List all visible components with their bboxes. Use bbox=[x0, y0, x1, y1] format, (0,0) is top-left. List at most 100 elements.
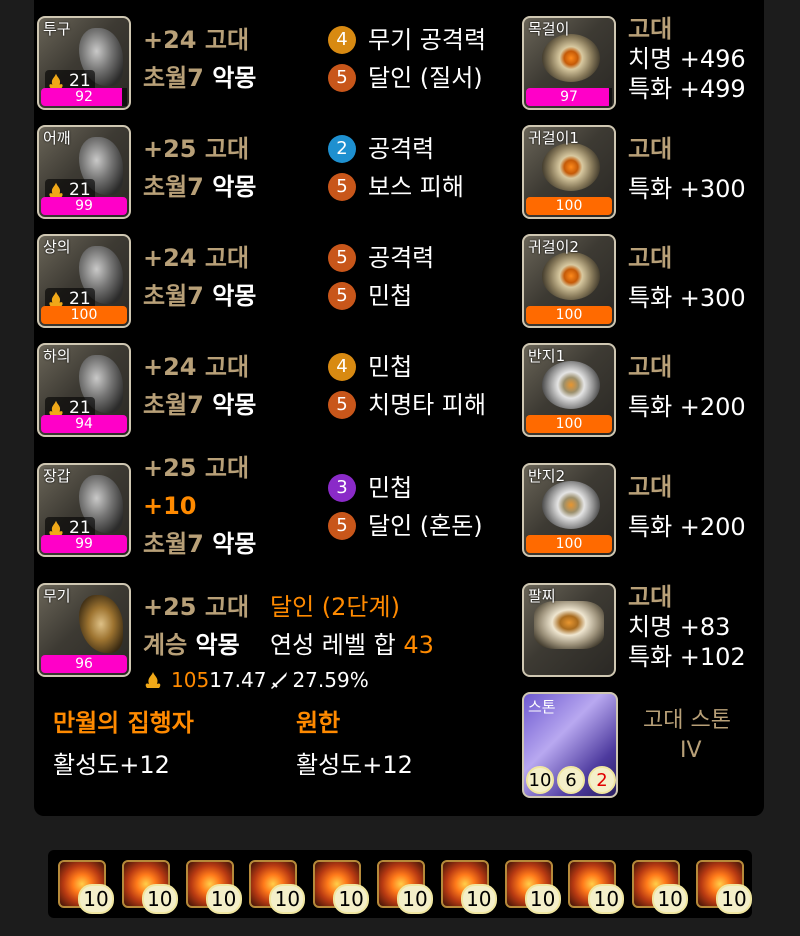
slot-name: 상의 bbox=[43, 238, 71, 256]
armor-effect: 4 민첩 bbox=[328, 352, 412, 382]
armor-enhance: +24 고대 bbox=[143, 353, 250, 381]
armor-set: 초월7 악몽 bbox=[143, 282, 257, 310]
set-bonus-value: 활성도+12 bbox=[296, 751, 413, 779]
armor-extra-enhance: +10 bbox=[143, 492, 197, 520]
stone-title: 고대 스톤 bbox=[643, 708, 731, 733]
gem-level-badge: 10 bbox=[524, 884, 561, 914]
gem-level-badge: 10 bbox=[141, 884, 178, 914]
earring-icon bbox=[542, 252, 600, 300]
quality-bar: 96 bbox=[41, 655, 127, 673]
armor-slot-shoulder[interactable]: 어깨 21 99 bbox=[37, 125, 131, 219]
accessory-slot-ring1[interactable]: 반지1 100 bbox=[522, 343, 616, 437]
earring-icon bbox=[542, 143, 600, 191]
accessory-grade: 고대 bbox=[628, 473, 673, 501]
armor-set: 초월7 악몽 bbox=[143, 173, 257, 201]
gem-level-badge: 10 bbox=[397, 884, 433, 914]
stone-engrave-badge: 10 bbox=[526, 766, 554, 794]
weapon-icon bbox=[79, 595, 123, 653]
quality-bar: 97 bbox=[526, 88, 612, 106]
set-bonus-title: 만월의 집행자 bbox=[53, 709, 194, 737]
armor-set: 초월7 악몽 bbox=[143, 530, 257, 558]
armor-effect: 5 보스 피해 bbox=[328, 172, 464, 202]
slot-name: 하의 bbox=[43, 347, 71, 365]
quality-bar: 94 bbox=[41, 415, 127, 433]
stone-engrave-badge: 2 bbox=[588, 766, 616, 794]
armor-enhance: +25 고대 bbox=[143, 135, 250, 163]
armor-slot-pants[interactable]: 하의 21 94 bbox=[37, 343, 131, 437]
accessory-slot-earring1[interactable]: 귀걸이1 100 bbox=[522, 125, 616, 219]
gem-level-badge: 10 bbox=[205, 884, 242, 914]
accessory-stat: 치명 +83 bbox=[628, 613, 731, 641]
armor-effect: 5 치명타 피해 bbox=[328, 390, 486, 420]
weapon-slot[interactable]: 무기 96 bbox=[37, 583, 131, 677]
armor-effect: 3 민첩 bbox=[328, 473, 412, 503]
weapon-master: 달인 (2단계) bbox=[270, 593, 400, 621]
ability-stone-slot[interactable]: 스톤 10 6 2 bbox=[522, 692, 618, 798]
quality-bar: 99 bbox=[41, 535, 127, 553]
weapon-stats: 105 17.47 27.59% bbox=[143, 665, 369, 695]
slot-name: 무기 bbox=[43, 587, 71, 605]
gem-level-badge: 10 bbox=[333, 884, 370, 914]
weapon-elixir: 연성 레벨 합 43 bbox=[270, 631, 434, 659]
accessory-stat: 치명 +496 bbox=[628, 45, 746, 73]
quality-bar: 92 bbox=[41, 88, 127, 106]
accessory-grade: 고대 bbox=[628, 15, 673, 43]
armor-slot-gloves[interactable]: 장갑 21 99 bbox=[37, 463, 131, 557]
accessory-grade: 고대 bbox=[628, 353, 673, 381]
armor-slot-helmet[interactable]: 투구 21 92 bbox=[37, 16, 131, 110]
armor-effect: 5 민첩 bbox=[328, 281, 412, 311]
accessory-slot-bracelet[interactable]: 팔찌 bbox=[522, 583, 616, 677]
accessory-stat: 특화 +300 bbox=[628, 284, 746, 312]
armor-effect: 4 무기 공격력 bbox=[328, 25, 486, 55]
armor-set: 초월7 악몽 bbox=[143, 391, 257, 419]
slot-name: 어깨 bbox=[43, 129, 71, 147]
armor-effect: 5 공격력 bbox=[328, 243, 434, 273]
bracelet-icon bbox=[534, 601, 604, 649]
accessory-slot-ring2[interactable]: 반지2 100 bbox=[522, 463, 616, 557]
gem-level-badge: 10 bbox=[716, 884, 752, 914]
slot-name: 장갑 bbox=[43, 467, 71, 485]
quality-bar: 100 bbox=[41, 306, 127, 324]
accessory-stat: 특화 +200 bbox=[628, 393, 746, 421]
accessory-stat: 특화 +300 bbox=[628, 175, 746, 203]
quality-bar: 100 bbox=[526, 535, 612, 553]
ring-icon bbox=[542, 481, 600, 529]
armor-effect: 5 달인 (질서) bbox=[328, 63, 483, 93]
ring-icon bbox=[542, 361, 600, 409]
slot-name: 귀걸이1 bbox=[528, 129, 579, 147]
sword-icon bbox=[271, 672, 288, 689]
accessory-slot-necklace[interactable]: 목걸이 97 bbox=[522, 16, 616, 110]
gem-level-badge: 10 bbox=[78, 884, 114, 914]
armor-set: 초월7 악몽 bbox=[143, 64, 257, 92]
slot-name: 팔찌 bbox=[528, 587, 556, 605]
gem-level-badge: 10 bbox=[269, 884, 306, 914]
stone-tier: IV bbox=[680, 738, 702, 763]
slot-name: 반지1 bbox=[528, 347, 566, 365]
slot-name: 목걸이 bbox=[528, 20, 570, 38]
accessory-stat: 특화 +499 bbox=[628, 75, 746, 103]
armor-enhance: +24 고대 bbox=[143, 26, 250, 54]
accessory-grade: 고대 bbox=[628, 244, 673, 272]
gem-level-badge: 10 bbox=[652, 884, 689, 914]
accessory-grade: 고대 bbox=[628, 583, 673, 611]
slot-name: 투구 bbox=[43, 20, 71, 38]
quality-bar: 100 bbox=[526, 197, 612, 215]
stone-engrave-badge: 6 bbox=[557, 766, 585, 794]
quality-bar: 99 bbox=[41, 197, 127, 215]
accessory-grade: 고대 bbox=[628, 135, 673, 163]
weapon-succession: 계승 악몽 bbox=[143, 631, 240, 659]
armor-effect: 5 달인 (혼돈) bbox=[328, 511, 483, 541]
gem-level-badge: 10 bbox=[588, 884, 625, 914]
slot-name: 귀걸이2 bbox=[528, 238, 579, 256]
flame-icon bbox=[145, 672, 161, 688]
armor-enhance: +24 고대 bbox=[143, 244, 250, 272]
slot-name: 스톤 bbox=[528, 698, 556, 716]
accessory-stat: 특화 +200 bbox=[628, 513, 746, 541]
accessory-slot-earring2[interactable]: 귀걸이2 100 bbox=[522, 234, 616, 328]
armor-slot-chest[interactable]: 상의 21 100 bbox=[37, 234, 131, 328]
accessory-stat: 특화 +102 bbox=[628, 643, 746, 671]
armor-effect: 2 공격력 bbox=[328, 134, 434, 164]
gem-level-badge: 10 bbox=[460, 884, 497, 914]
necklace-icon bbox=[542, 34, 600, 82]
armor-enhance: +25 고대 bbox=[143, 454, 250, 482]
